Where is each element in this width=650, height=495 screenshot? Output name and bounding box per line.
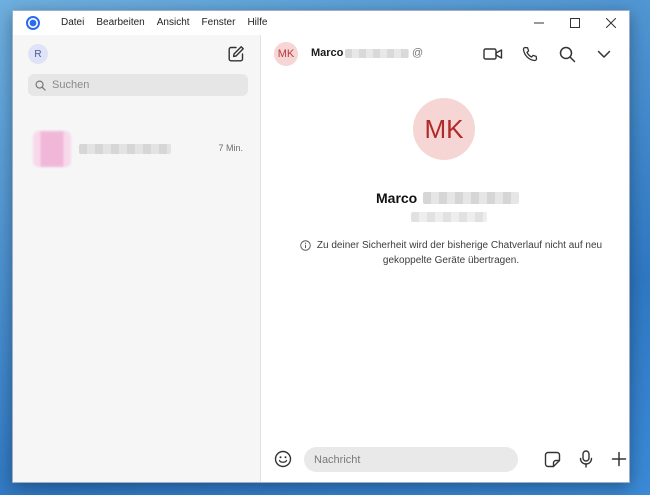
info-icon xyxy=(300,240,311,251)
contact-detail-redacted xyxy=(411,212,487,222)
close-button[interactable] xyxy=(593,11,629,35)
minimize-icon xyxy=(534,22,544,24)
window-controls xyxy=(521,11,629,35)
maximize-icon xyxy=(570,18,580,28)
chat-panel: MK Marco @ MK Marco Zu deiner Sicherheit… xyxy=(261,35,629,482)
message-input[interactable] xyxy=(304,447,518,472)
conversation-timestamp: 7 Min. xyxy=(218,143,243,153)
conversation-avatar xyxy=(33,131,71,167)
contact-avatar[interactable]: MK xyxy=(274,42,298,66)
sidebar-header: R xyxy=(13,35,260,73)
sticker-button[interactable] xyxy=(542,449,562,469)
conversation-list-item[interactable]: 7 Min. xyxy=(13,127,261,171)
menu-datei[interactable]: Datei xyxy=(55,11,90,35)
plus-icon xyxy=(611,451,627,467)
compose-icon xyxy=(228,46,244,62)
security-notice: Zu deiner Sicherheit wird der bisherige … xyxy=(281,238,621,268)
video-call-button[interactable] xyxy=(483,44,503,64)
contact-handle-suffix: @ xyxy=(412,47,424,59)
menu-bearbeiten[interactable]: Bearbeiten xyxy=(90,11,150,35)
attach-button[interactable] xyxy=(609,449,629,469)
app-window: Datei Bearbeiten Ansicht Fenster Hilfe R xyxy=(12,10,630,483)
search-icon xyxy=(559,46,575,62)
conversation-sidebar: R 7 Min. xyxy=(13,35,261,482)
chevron-down-icon xyxy=(597,50,611,58)
minimize-button[interactable] xyxy=(521,11,557,35)
menu-ansicht[interactable]: Ansicht xyxy=(151,11,196,35)
menu-hilfe[interactable]: Hilfe xyxy=(241,11,273,35)
conversation-name-redacted xyxy=(79,144,171,154)
contact-large-avatar[interactable]: MK xyxy=(413,98,475,160)
chat-search-button[interactable] xyxy=(557,44,577,64)
menu-fenster[interactable]: Fenster xyxy=(196,11,242,35)
contact-name[interactable]: Marco xyxy=(311,47,343,59)
menu-bar: Datei Bearbeiten Ansicht Fenster Hilfe xyxy=(55,11,273,35)
search-field[interactable] xyxy=(28,74,248,96)
search-input[interactable] xyxy=(52,79,232,91)
contact-profile-name-redacted xyxy=(423,192,519,204)
contact-name-redacted xyxy=(345,49,409,58)
search-icon xyxy=(35,80,46,91)
emoji-button[interactable] xyxy=(273,449,293,469)
close-icon xyxy=(606,18,616,28)
phone-icon xyxy=(522,46,538,62)
video-call-icon xyxy=(483,48,503,60)
maximize-button[interactable] xyxy=(557,11,593,35)
emoji-icon xyxy=(274,450,292,468)
security-notice-text: Zu deiner Sicherheit wird der bisherige … xyxy=(316,240,603,266)
message-composer xyxy=(261,436,629,482)
more-options-button[interactable] xyxy=(594,44,614,64)
voice-message-button[interactable] xyxy=(576,449,596,469)
signal-logo-icon xyxy=(21,11,45,35)
chat-header: MK Marco @ xyxy=(261,35,629,73)
compose-button[interactable] xyxy=(226,44,246,64)
profile-avatar[interactable]: R xyxy=(28,44,48,64)
contact-profile-name[interactable]: Marco xyxy=(376,190,417,206)
voice-call-button[interactable] xyxy=(520,44,540,64)
microphone-icon xyxy=(579,450,593,468)
sticker-icon xyxy=(544,451,560,467)
title-bar: Datei Bearbeiten Ansicht Fenster Hilfe xyxy=(13,11,629,35)
